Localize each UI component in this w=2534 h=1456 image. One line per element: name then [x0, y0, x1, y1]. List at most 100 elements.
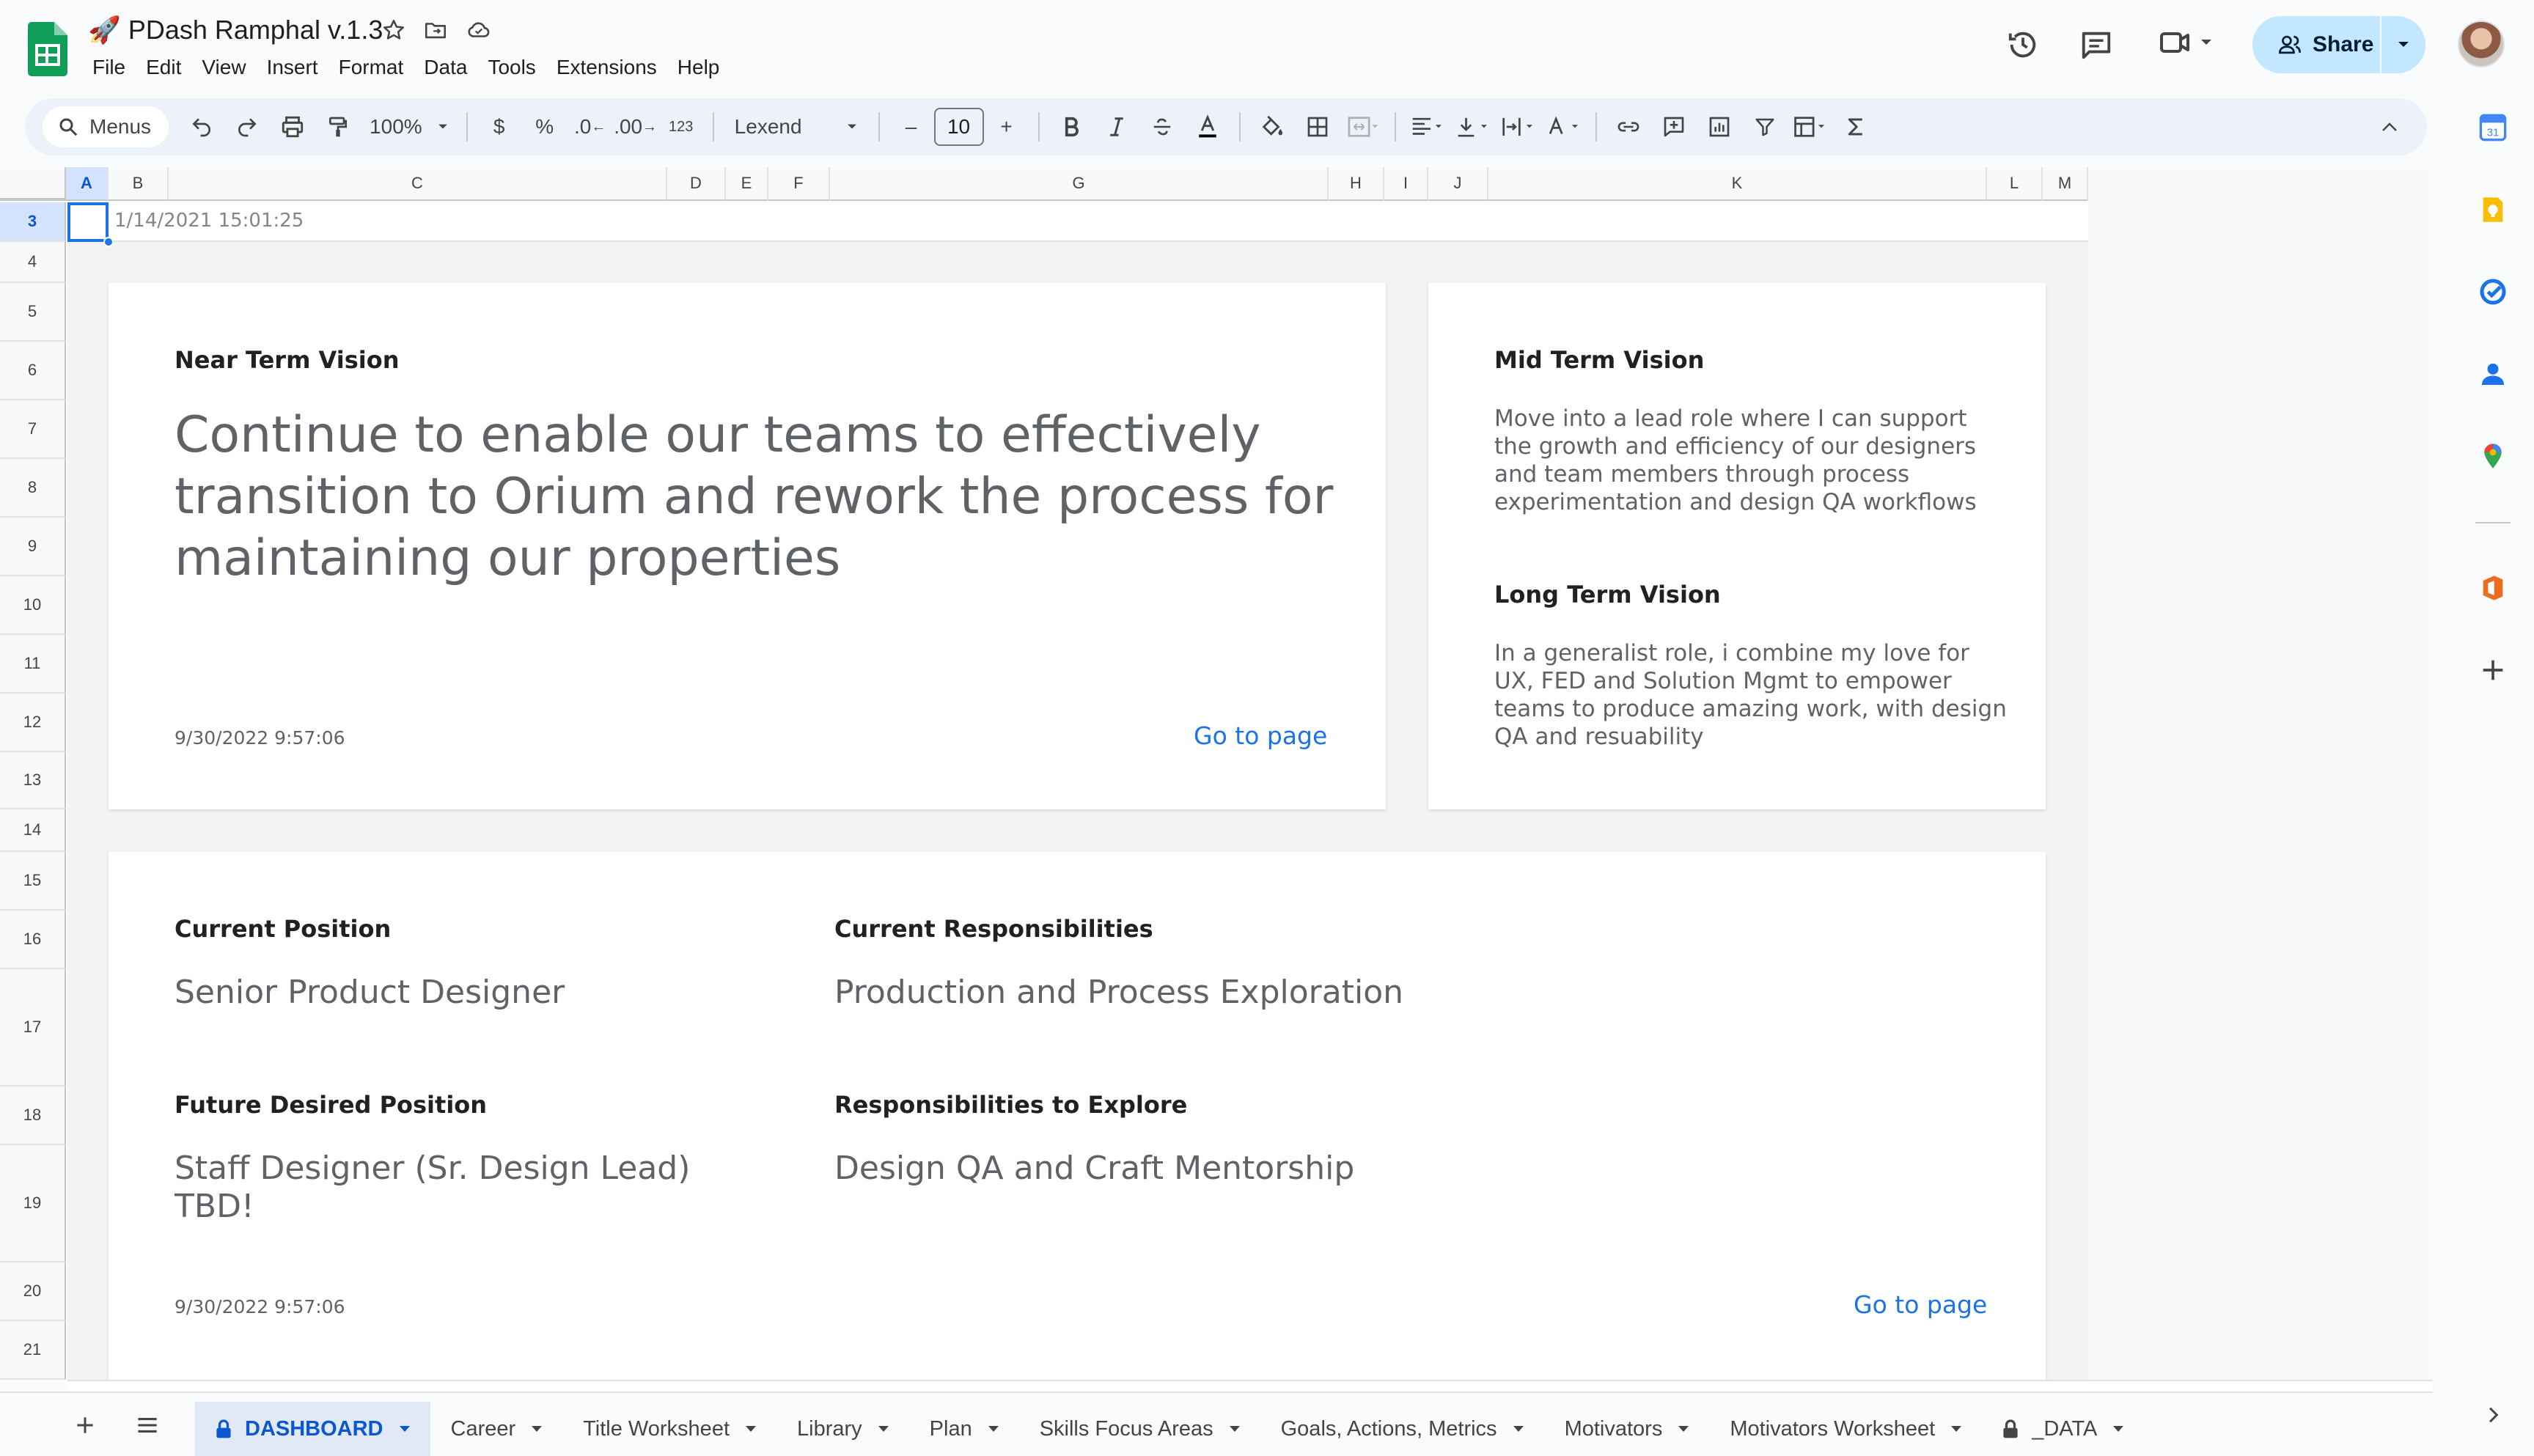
- expand-side-panel-icon[interactable]: [2481, 1403, 2505, 1427]
- vertical-align-icon[interactable]: [1450, 106, 1496, 147]
- column-header-k[interactable]: K: [1488, 167, 1987, 201]
- decrease-font-size-button[interactable]: –: [889, 106, 934, 147]
- row-header-7[interactable]: 7: [0, 400, 66, 459]
- column-header-j[interactable]: J: [1428, 167, 1488, 201]
- column-header-g[interactable]: G: [830, 167, 1329, 201]
- row-header-8[interactable]: 8: [0, 459, 66, 518]
- insert-link-icon[interactable]: [1606, 106, 1651, 147]
- row-3-timestamp[interactable]: 1/14/2021 15:01:25: [114, 210, 304, 232]
- menu-edit[interactable]: Edit: [136, 53, 191, 82]
- redo-icon[interactable]: [224, 106, 270, 147]
- text-wrapping-icon[interactable]: [1496, 106, 1541, 147]
- fill-handle[interactable]: [103, 237, 114, 247]
- row-header-4[interactable]: 4: [0, 242, 66, 283]
- sheets-logo-icon[interactable]: [28, 22, 67, 76]
- horizontal-align-icon[interactable]: [1405, 106, 1450, 147]
- strikethrough-icon[interactable]: [1139, 106, 1185, 147]
- merge-cells-icon[interactable]: [1340, 106, 1386, 147]
- column-header-m[interactable]: M: [2043, 167, 2088, 201]
- sheet-tab-plan[interactable]: Plan: [909, 1402, 1019, 1456]
- column-header-h[interactable]: H: [1329, 167, 1384, 201]
- sheet-tab-dashboard[interactable]: DASHBOARD: [195, 1402, 430, 1456]
- column-header-f[interactable]: F: [768, 167, 830, 201]
- near-term-go-to-page-link[interactable]: Go to page: [1194, 721, 1327, 750]
- maps-icon[interactable]: [2478, 441, 2508, 471]
- column-header-e[interactable]: E: [726, 167, 768, 201]
- chevron-down-icon[interactable]: [2113, 1426, 2124, 1432]
- chevron-down-icon[interactable]: [878, 1426, 889, 1432]
- column-header-c[interactable]: C: [169, 167, 667, 201]
- sheet-tab-skills-focus-areas[interactable]: Skills Focus Areas: [1019, 1402, 1260, 1456]
- row-header-20[interactable]: 20: [0, 1262, 66, 1321]
- add-sheet-icon[interactable]: [73, 1413, 97, 1437]
- percent-format-button[interactable]: %: [522, 106, 568, 147]
- comments-icon[interactable]: [2079, 28, 2113, 62]
- row-header-17[interactable]: 17: [0, 969, 66, 1087]
- column-header-i[interactable]: I: [1384, 167, 1428, 201]
- increase-font-size-button[interactable]: +: [984, 106, 1029, 147]
- sheet-tab-career[interactable]: Career: [430, 1402, 563, 1456]
- select-all-corner[interactable]: [0, 167, 66, 201]
- selected-cell-a3[interactable]: [67, 202, 109, 242]
- menu-extensions[interactable]: Extensions: [546, 53, 667, 82]
- contacts-icon[interactable]: [2478, 359, 2508, 389]
- sheet-tab-motivators-worksheet[interactable]: Motivators Worksheet: [1709, 1402, 1982, 1456]
- row-header-15[interactable]: 15: [0, 852, 66, 911]
- column-header-a[interactable]: A: [66, 167, 109, 201]
- version-history-icon[interactable]: [2006, 28, 2040, 62]
- chevron-down-icon[interactable]: [746, 1426, 756, 1432]
- chevron-down-icon[interactable]: [1229, 1426, 1240, 1432]
- meet-button[interactable]: [2157, 25, 2213, 60]
- row-3-cells[interactable]: [67, 202, 2088, 242]
- sheet-tab-motivators[interactable]: Motivators: [1544, 1402, 1710, 1456]
- undo-icon[interactable]: [179, 106, 224, 147]
- paint-format-icon[interactable]: [315, 106, 361, 147]
- share-dropdown[interactable]: [2381, 40, 2425, 49]
- filter-views-icon[interactable]: [1788, 106, 1833, 147]
- row-header-19[interactable]: 19: [0, 1145, 66, 1262]
- chevron-down-icon[interactable]: [1513, 1426, 1524, 1432]
- position-go-to-page-link[interactable]: Go to page: [1854, 1290, 1987, 1319]
- menu-data[interactable]: Data: [414, 53, 477, 82]
- menu-help[interactable]: Help: [667, 53, 730, 82]
- collapse-toolbar-icon[interactable]: [2367, 106, 2412, 147]
- bold-icon[interactable]: [1049, 106, 1094, 147]
- menu-search[interactable]: Menus: [43, 106, 169, 147]
- keep-icon[interactable]: [2478, 195, 2508, 224]
- sheet-tab-data[interactable]: _DATA: [1982, 1402, 2144, 1456]
- star-icon[interactable]: [381, 18, 406, 43]
- functions-icon[interactable]: [1833, 106, 1879, 147]
- filter-icon[interactable]: [1742, 106, 1788, 147]
- print-icon[interactable]: [270, 106, 315, 147]
- row-header-21[interactable]: 21: [0, 1321, 66, 1380]
- insert-chart-icon[interactable]: [1697, 106, 1742, 147]
- chevron-down-icon[interactable]: [1678, 1426, 1689, 1432]
- menu-file[interactable]: File: [82, 53, 136, 82]
- chevron-down-icon[interactable]: [1951, 1426, 1962, 1432]
- text-rotation-icon[interactable]: [1541, 106, 1587, 147]
- sheet-tab-library[interactable]: Library: [776, 1402, 909, 1456]
- more-formats-button[interactable]: 123: [658, 106, 704, 147]
- row-header-10[interactable]: 10: [0, 576, 66, 635]
- share-button[interactable]: Share: [2252, 16, 2425, 73]
- row-header-12[interactable]: 12: [0, 694, 66, 752]
- row-header-14[interactable]: 14: [0, 809, 66, 852]
- fill-color-icon[interactable]: [1249, 106, 1295, 147]
- all-sheets-icon[interactable]: [135, 1415, 160, 1435]
- cloud-saved-icon[interactable]: [465, 18, 493, 43]
- italic-icon[interactable]: [1094, 106, 1139, 147]
- office-addon-icon[interactable]: [2478, 573, 2508, 603]
- tasks-icon[interactable]: [2478, 277, 2508, 306]
- row-header-16[interactable]: 16: [0, 911, 66, 969]
- sheet-tab-goals-actions-metrics[interactable]: Goals, Actions, Metrics: [1260, 1402, 1544, 1456]
- font-select[interactable]: Lexend: [723, 106, 870, 147]
- menu-format[interactable]: Format: [328, 53, 414, 82]
- row-header-13[interactable]: 13: [0, 752, 66, 809]
- chevron-down-icon[interactable]: [988, 1426, 999, 1432]
- share-main-button[interactable]: Share: [2252, 16, 2381, 73]
- font-size-input[interactable]: 10: [933, 108, 984, 146]
- column-header-d[interactable]: D: [667, 167, 726, 201]
- avatar[interactable]: [2458, 21, 2505, 67]
- chevron-down-icon[interactable]: [399, 1426, 410, 1432]
- row-header-9[interactable]: 9: [0, 518, 66, 576]
